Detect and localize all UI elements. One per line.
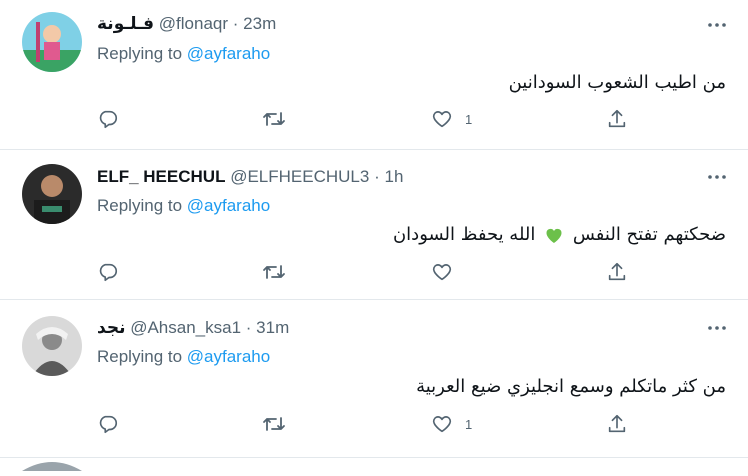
more-icon[interactable] — [706, 317, 728, 339]
replying-prefix: Replying to — [97, 347, 187, 366]
share-button[interactable] — [606, 261, 628, 283]
separator: · — [232, 14, 239, 33]
mention-link[interactable]: @ayfaraho — [187, 196, 270, 215]
tweet-text: من كثر ماتكلم وسمع انجليزي ضيع العربية — [416, 376, 726, 397]
avatar[interactable] — [22, 12, 82, 72]
reply-button[interactable] — [97, 108, 131, 130]
display-name[interactable]: نجد — [97, 318, 125, 337]
display-name[interactable]: ELF_ HEECHUL — [97, 167, 225, 186]
retweet-button[interactable] — [262, 261, 298, 283]
avatar[interactable] — [22, 164, 82, 224]
reply-icon — [99, 415, 118, 434]
mention-link[interactable]: @ayfaraho — [187, 44, 270, 63]
retweet-icon — [263, 417, 285, 431]
replying-prefix: Replying to — [97, 44, 187, 63]
tweet-text-part: الله يحفظ السودان — [392, 224, 536, 245]
separator: · — [245, 318, 252, 337]
share-icon — [608, 414, 626, 433]
more-icon[interactable] — [706, 14, 728, 36]
more-icon[interactable] — [706, 166, 728, 188]
replying-to: Replying to @ayfaraho — [97, 196, 270, 216]
tweet-header: ELF_ HEECHUL @ELFHEECHUL3 · 1h — [97, 167, 403, 187]
share-icon — [608, 109, 626, 128]
next-tweet-partial[interactable] — [0, 458, 748, 471]
retweet-button[interactable] — [262, 108, 298, 130]
tweet-text-part: ضحكتهم تفتح النفس — [572, 224, 726, 245]
handle[interactable]: @ELFHEECHUL3 — [230, 167, 369, 186]
share-button[interactable] — [606, 108, 628, 130]
retweet-icon — [263, 265, 285, 279]
tweet-text: ضحكتهم تفتح النفس الله يحفظ السودان — [393, 224, 726, 246]
tweet-text: من اطيب الشعوب السودانين — [508, 72, 726, 93]
replying-to: Replying to @ayfaraho — [97, 347, 270, 367]
replying-prefix: Replying to — [97, 196, 187, 215]
retweet-icon — [263, 112, 285, 126]
like-button[interactable]: 1 — [431, 108, 472, 130]
reply-icon — [99, 263, 118, 282]
reply-button[interactable] — [97, 413, 131, 435]
reply-icon — [99, 110, 118, 129]
like-button[interactable] — [431, 261, 465, 283]
share-icon — [608, 262, 626, 281]
heart-icon — [432, 111, 452, 128]
avatar[interactable] — [22, 316, 82, 376]
tweet[interactable]: نجد @Ahsan_ksa1 · 31m Replying to @ayfar… — [0, 300, 748, 458]
like-count: 1 — [465, 416, 473, 432]
replying-to: Replying to @ayfaraho — [97, 44, 270, 64]
green-heart-emoji-icon — [546, 228, 562, 243]
share-button[interactable] — [606, 413, 628, 435]
like-count: 1 — [465, 111, 473, 127]
tweet[interactable]: ELF_ HEECHUL @ELFHEECHUL3 · 1h Replying … — [0, 150, 748, 300]
tweet-header: نجد @Ahsan_ksa1 · 31m — [97, 318, 289, 338]
tweet[interactable]: فـلـونة @flonaqr · 23m Replying to @ayfa… — [0, 0, 748, 150]
tweet-header: فـلـونة @flonaqr · 23m — [97, 14, 276, 34]
like-button[interactable]: 1 — [431, 413, 472, 435]
reply-button[interactable] — [97, 261, 131, 283]
separator: · — [374, 167, 380, 186]
timestamp[interactable]: 1h — [384, 167, 403, 186]
display-name[interactable]: فـلـونة — [97, 14, 154, 33]
retweet-button[interactable] — [262, 413, 298, 435]
mention-link[interactable]: @ayfaraho — [187, 347, 270, 366]
timestamp[interactable]: 31m — [256, 318, 289, 337]
heart-icon — [432, 416, 452, 433]
handle[interactable]: @flonaqr — [159, 14, 228, 33]
handle[interactable]: @Ahsan_ksa1 — [130, 318, 241, 337]
timestamp[interactable]: 23m — [243, 14, 276, 33]
heart-icon — [432, 264, 452, 281]
